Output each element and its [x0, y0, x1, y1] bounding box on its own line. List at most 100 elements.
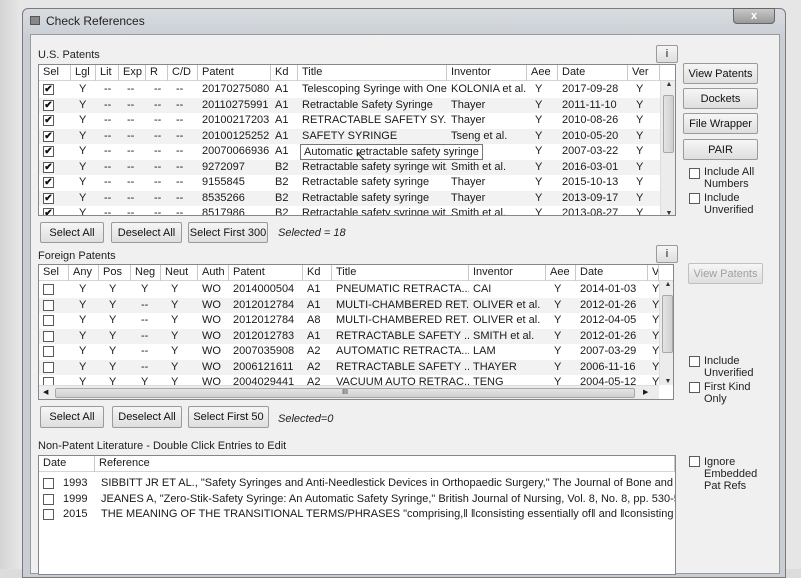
column-header[interactable]: Kd [271, 65, 298, 81]
npl-row[interactable]: 1993 SIBBITT JR ET AL., "Safety Syringes … [39, 476, 675, 492]
table-row[interactable]: ✔ Y -- -- -- -- 20100217203 A1 RETRACTABLE SAFET… [39, 113, 675, 129]
ignore-embedded-checkbox[interactable] [689, 456, 700, 467]
column-header[interactable]: Neg [131, 265, 161, 281]
foreign-deselect-all-button[interactable]: Deselect All [112, 406, 182, 428]
us-select-first-button[interactable]: Select First 300 [188, 222, 268, 243]
column-header[interactable]: Exp [119, 65, 146, 81]
column-header[interactable]: Inventor [447, 65, 527, 81]
close-button[interactable]: x [733, 8, 775, 24]
row-checkbox[interactable] [43, 284, 54, 295]
table-row[interactable]: ✔ Y -- -- -- -- 9155845 B2 Retractable safety sy… [39, 175, 675, 191]
foreign-info-button[interactable]: i [656, 245, 678, 263]
column-header[interactable]: Sel [39, 265, 69, 281]
first-kind-only-checkbox[interactable] [689, 382, 700, 393]
scroll-right-icon[interactable]: ▶ [643, 388, 648, 396]
us-deselect-all-button[interactable]: Deselect All [111, 222, 182, 243]
table-row[interactable]: ✔ Y -- -- -- -- 8535266 B2 Retractable safety sy… [39, 190, 675, 206]
table-row[interactable]: Y Y -- Y WO 2012012783 A1 RETRACTABLE SAFETY ..… [39, 328, 673, 344]
column-header[interactable]: Date [39, 456, 95, 472]
column-header[interactable]: Any [69, 265, 99, 281]
column-header[interactable]: Title [298, 65, 447, 81]
column-header[interactable]: Kd [303, 265, 332, 281]
row-checkbox[interactable] [43, 478, 54, 489]
row-checkbox[interactable]: ✔ [43, 146, 54, 157]
row-checkbox[interactable] [43, 509, 54, 520]
row-checkbox[interactable]: ✔ [43, 177, 54, 188]
scroll-down-icon[interactable]: ▼ [661, 210, 675, 215]
row-checkbox[interactable]: ✔ [43, 84, 54, 95]
column-header[interactable]: Inventor [469, 265, 546, 281]
scroll-up-icon[interactable]: ▲ [660, 281, 673, 288]
view-patents-button[interactable]: View Patents [683, 63, 758, 84]
table-row[interactable]: ✔ Y -- -- -- -- 8517986 B2 Retractable safety sy… [39, 206, 675, 216]
horizontal-scroll-thumb[interactable]: III [55, 388, 635, 398]
table-cell: Y [79, 98, 87, 111]
file-wrapper-button[interactable]: File Wrapper [683, 113, 758, 134]
dockets-button[interactable]: Dockets [683, 88, 758, 109]
column-header[interactable]: Date [558, 65, 628, 81]
scroll-thumb[interactable] [663, 95, 674, 153]
column-header[interactable]: Aee [546, 265, 576, 281]
column-header[interactable]: Reference [95, 456, 675, 472]
column-header[interactable]: Patent [229, 265, 303, 281]
npl-row[interactable]: 2015 THE MEANING OF THE TRANSITIONAL TERM… [39, 507, 675, 523]
row-checkbox[interactable] [43, 299, 54, 311]
row-checkbox[interactable]: ✔ [43, 130, 54, 142]
scroll-thumb[interactable] [662, 295, 673, 353]
row-checkbox[interactable] [43, 315, 54, 326]
us-include-unverified-checkbox[interactable] [689, 193, 700, 204]
us-patents-table[interactable]: Sel Lgl Lit Exp R C/D Patent Kd Title Inventor Aee… [38, 64, 676, 216]
table-row[interactable]: ✔ Y -- -- -- -- 20110275991 A1 Retractable Safet… [39, 97, 675, 113]
npl-table[interactable]: Date Reference 1993 SIBBITT JR ET AL., "Saf… [38, 455, 676, 575]
row-checkbox[interactable] [43, 346, 54, 357]
foreign-include-unverified-checkbox[interactable] [689, 356, 700, 367]
table-row[interactable]: ✔ Y -- -- -- -- 20170275080 A1 Telescoping Syrin… [39, 82, 675, 98]
column-header[interactable]: V [648, 265, 659, 281]
column-header[interactable]: Sel [39, 65, 71, 81]
column-header[interactable]: Neut [161, 265, 198, 281]
vertical-scrollbar[interactable]: ▲ ▼ [659, 281, 673, 385]
table-row[interactable]: ✔ Y -- -- -- -- 20100125252 A1 SAFETY SYRINGE Tse… [39, 128, 675, 144]
horizontal-scrollbar[interactable]: ◀ III ▶ [39, 385, 659, 399]
table-row[interactable]: Y Y -- Y WO 2012012784 A1 MULTI-CHAMBERED RET..… [39, 297, 673, 313]
row-checkbox[interactable] [43, 493, 54, 505]
column-header[interactable]: Aee [527, 65, 558, 81]
column-header[interactable]: Date [576, 265, 648, 281]
foreign-select-all-button[interactable]: Select All [40, 406, 104, 428]
table-row[interactable]: Y Y Y Y WO 2014000504 A1 PNEUMATIC RETRACTA... C… [39, 282, 673, 298]
column-header[interactable]: Lgl [71, 65, 96, 81]
us-info-button[interactable]: i [656, 45, 678, 63]
column-header[interactable]: Patent [198, 65, 271, 81]
npl-row[interactable]: 1999 JEANES A, "Zero-Stik-Safety Syringe:… [39, 492, 675, 508]
column-header[interactable]: Ver [628, 65, 660, 81]
foreign-view-patents-button[interactable]: View Patents [688, 263, 763, 284]
table-cell: B2 [275, 160, 289, 173]
row-checkbox[interactable] [43, 330, 54, 342]
scroll-left-icon[interactable]: ◀ [43, 388, 48, 396]
column-header[interactable]: Pos [99, 265, 131, 281]
row-checkbox[interactable]: ✔ [43, 99, 54, 111]
column-header[interactable]: Title [332, 265, 469, 281]
scroll-down-icon[interactable]: ▼ [660, 378, 673, 385]
column-header[interactable]: C/D [168, 65, 198, 81]
table-cell: Y [79, 207, 87, 216]
row-checkbox[interactable]: ✔ [43, 115, 54, 126]
foreign-select-first-button[interactable]: Select First 50 [188, 406, 269, 428]
row-checkbox[interactable]: ✔ [43, 161, 54, 173]
column-header[interactable]: Auth [198, 265, 229, 281]
row-checkbox[interactable] [43, 361, 54, 373]
column-header[interactable]: R [146, 65, 168, 81]
table-cell: Thayer [451, 176, 486, 188]
pair-button[interactable]: PAIR [683, 139, 758, 160]
us-select-all-button[interactable]: Select All [40, 222, 104, 243]
row-checkbox[interactable]: ✔ [43, 208, 54, 215]
row-checkbox[interactable]: ✔ [43, 192, 54, 204]
vertical-scrollbar[interactable]: ▲ ▼ [660, 81, 675, 215]
scroll-up-icon[interactable]: ▲ [661, 81, 675, 88]
include-all-numbers-checkbox[interactable] [689, 168, 700, 179]
foreign-patents-table[interactable]: Sel Any Pos Neg Neut Auth Patent Kd Title Invento… [38, 264, 674, 400]
table-row[interactable]: Y Y -- Y WO 2006121611 A2 RETRACTABLE SAFETY ..… [39, 359, 673, 375]
table-row[interactable]: Y Y -- Y WO 2012012784 A8 MULTI-CHAMBERED RET..… [39, 313, 673, 329]
column-header[interactable]: Lit [96, 65, 119, 81]
table-row[interactable]: Y Y -- Y WO 2007035908 A2 AUTOMATIC RETRACTA...… [39, 344, 673, 360]
